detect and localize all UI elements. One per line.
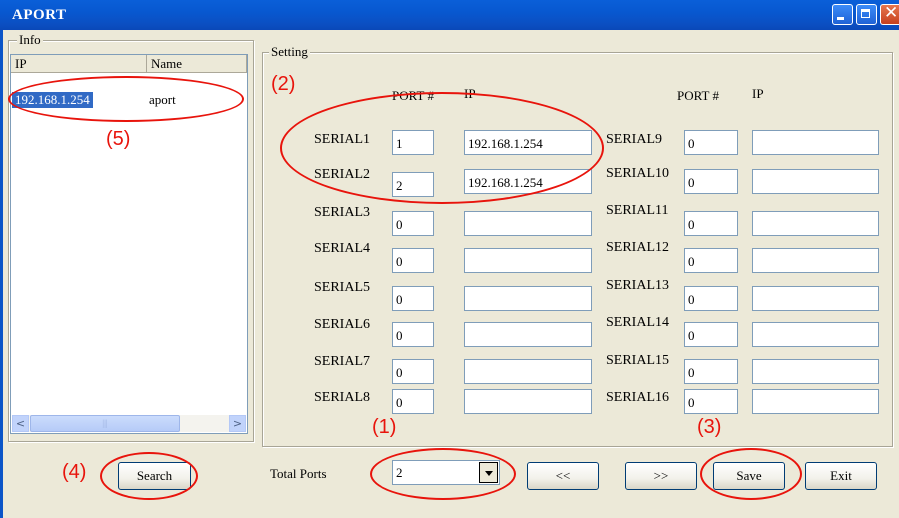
serial16-ip-input[interactable] <box>752 389 879 414</box>
annotation-label-2: (2) <box>271 73 296 95</box>
serial9-ip-input[interactable] <box>752 130 879 155</box>
total-ports-label: Total Ports <box>270 466 327 481</box>
serial14-port-input[interactable]: 0 <box>684 322 738 347</box>
setting-group-label: Setting <box>269 44 310 60</box>
serial15-port-input[interactable]: 0 <box>684 359 738 384</box>
serial3-port-input[interactable]: 0 <box>392 211 434 236</box>
serial12-ip-input[interactable] <box>752 248 879 273</box>
serial9-port-input[interactable]: 0 <box>684 130 738 155</box>
serial1-label: SERIAL1 <box>314 132 370 147</box>
exit-button[interactable]: Exit <box>805 462 877 490</box>
serial14-ip-input[interactable] <box>752 322 879 347</box>
serial11-label: SERIAL11 <box>606 203 669 218</box>
scroll-thumb[interactable]: ||| <box>30 415 180 432</box>
horizontal-scrollbar[interactable]: < ||| > <box>12 415 246 432</box>
serial2-port-input[interactable]: 2 <box>392 172 434 197</box>
column-header-name[interactable]: Name <box>147 55 247 73</box>
minimize-button[interactable] <box>832 4 853 25</box>
port-header-left: PORT # <box>392 88 434 103</box>
save-button[interactable]: Save <box>713 462 785 490</box>
serial4-port-input[interactable]: 0 <box>392 248 434 273</box>
info-group-label: Info <box>17 32 43 48</box>
search-button[interactable]: Search <box>118 462 191 490</box>
prev-page-button[interactable]: << <box>527 462 599 490</box>
annotation-label-5: (5) <box>106 128 131 150</box>
serial5-ip-input[interactable] <box>464 286 592 311</box>
annotation-label-4: (4) <box>62 461 87 483</box>
ip-header-left: IP <box>464 86 476 101</box>
serial1-ip-input[interactable]: 192.168.1.254 <box>464 130 592 155</box>
maximize-button[interactable] <box>856 4 877 25</box>
port-header-right: PORT # <box>677 88 719 103</box>
serial10-label: SERIAL10 <box>606 166 669 181</box>
serial14-label: SERIAL14 <box>606 315 669 330</box>
total-ports-select[interactable]: 2 <box>392 460 500 485</box>
serial5-label: SERIAL5 <box>314 280 370 295</box>
next-page-button[interactable]: >> <box>625 462 697 490</box>
device-list[interactable]: IP Name 192.168.1.254 aport < ||| > <box>10 54 248 434</box>
serial8-ip-input[interactable] <box>464 389 592 414</box>
serial10-ip-input[interactable] <box>752 169 879 194</box>
serial3-label: SERIAL3 <box>314 205 370 220</box>
serial6-label: SERIAL6 <box>314 317 370 332</box>
serial5-port-input[interactable]: 0 <box>392 286 434 311</box>
close-button[interactable]: ✕ <box>880 3 899 25</box>
title-bar: APORT ✕ <box>0 0 899 30</box>
serial2-label: SERIAL2 <box>314 167 370 182</box>
serial4-label: SERIAL4 <box>314 241 370 256</box>
serial15-ip-input[interactable] <box>752 359 879 384</box>
serial13-ip-input[interactable] <box>752 286 879 311</box>
list-item-ip[interactable]: 192.168.1.254 <box>12 92 93 108</box>
annotation-label-1: (1) <box>372 416 397 438</box>
close-icon: ✕ <box>884 3 899 23</box>
serial12-port-input[interactable]: 0 <box>684 248 738 273</box>
serial11-ip-input[interactable] <box>752 211 879 236</box>
scroll-left-icon[interactable]: < <box>12 415 29 432</box>
serial2-ip-input[interactable]: 192.168.1.254 <box>464 169 592 194</box>
list-item-name[interactable]: aport <box>149 92 176 108</box>
serial16-label: SERIAL16 <box>606 390 669 405</box>
serial15-label: SERIAL15 <box>606 353 669 368</box>
serial16-port-input[interactable]: 0 <box>684 389 738 414</box>
serial12-label: SERIAL12 <box>606 240 669 255</box>
serial9-label: SERIAL9 <box>606 132 662 147</box>
serial4-ip-input[interactable] <box>464 248 592 273</box>
serial3-ip-input[interactable] <box>464 211 592 236</box>
serial13-label: SERIAL13 <box>606 278 669 293</box>
annotation-label-3: (3) <box>697 416 722 438</box>
serial13-port-input[interactable]: 0 <box>684 286 738 311</box>
serial6-port-input[interactable]: 0 <box>392 322 434 347</box>
serial7-ip-input[interactable] <box>464 359 592 384</box>
serial1-port-input[interactable]: 1 <box>392 130 434 155</box>
total-ports-value: 2 <box>396 465 403 480</box>
chevron-down-icon[interactable] <box>479 462 498 483</box>
scroll-right-icon[interactable]: > <box>229 415 246 432</box>
serial6-ip-input[interactable] <box>464 322 592 347</box>
window-border-left <box>0 30 3 518</box>
window-title: APORT <box>12 7 67 23</box>
serial7-label: SERIAL7 <box>314 354 370 369</box>
ip-header-right: IP <box>752 86 764 101</box>
serial8-port-input[interactable]: 0 <box>392 389 434 414</box>
serial8-label: SERIAL8 <box>314 390 370 405</box>
serial10-port-input[interactable]: 0 <box>684 169 738 194</box>
serial7-port-input[interactable]: 0 <box>392 359 434 384</box>
serial11-port-input[interactable]: 0 <box>684 211 738 236</box>
column-header-ip[interactable]: IP <box>11 55 147 73</box>
